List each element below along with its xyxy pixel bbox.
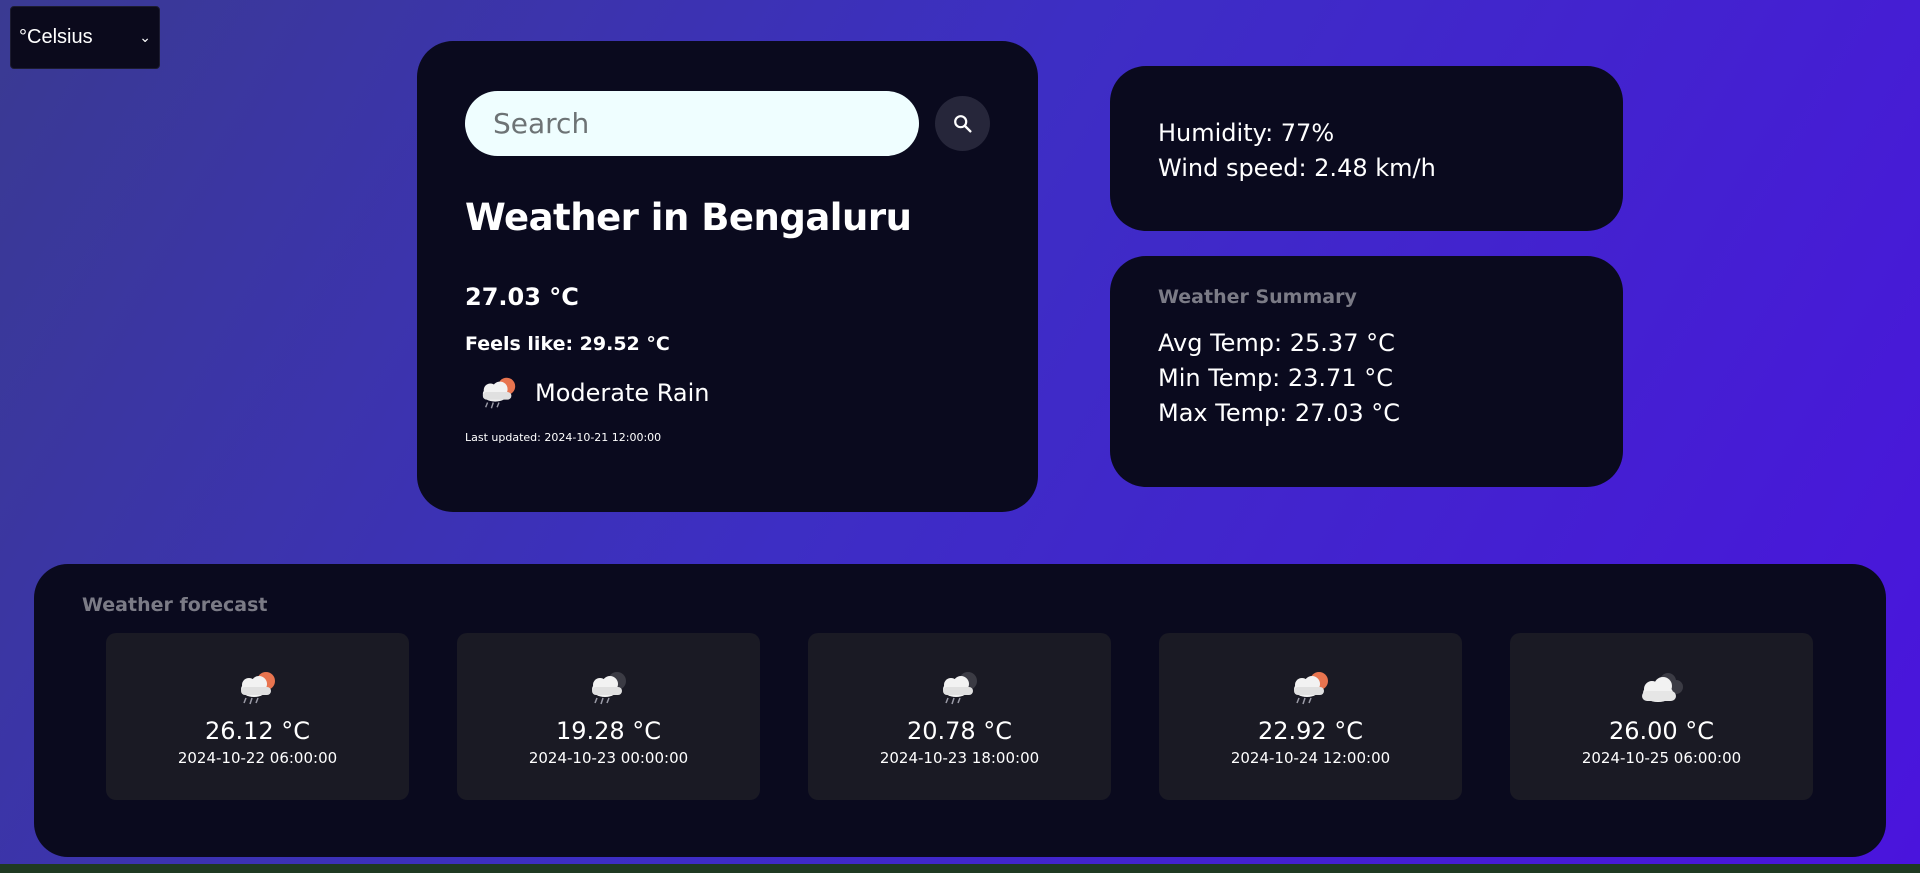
forecast-temp: 26.12 °C (204, 717, 311, 745)
humidity: Humidity: 77% (1158, 119, 1335, 147)
summary-title: Weather Summary (1158, 286, 1357, 308)
weather-description: Moderate Rain (535, 379, 710, 407)
current-weather-card: Weather in Bengaluru 27.03 °C Feels like… (417, 41, 1038, 512)
search-input[interactable] (465, 91, 919, 156)
forecast-temp: 19.28 °C (555, 717, 662, 745)
search-button[interactable] (935, 96, 990, 151)
humidity-wind-card: Humidity: 77% Wind speed: 2.48 km/h (1110, 66, 1623, 231)
current-temp: 27.03 °C (465, 283, 579, 311)
forecast-item: 20.78 °C 2024-10-23 18:00:00 (808, 633, 1111, 800)
forecast-item: 19.28 °C 2024-10-23 00:00:00 (457, 633, 760, 800)
chevron-down-icon: ⌄ (139, 29, 151, 45)
clouds-icon (1636, 667, 1688, 709)
taskbar-strip (0, 864, 1920, 873)
forecast-title: Weather forecast (82, 594, 268, 616)
forecast-date: 2024-10-25 06:00:00 (1581, 749, 1742, 767)
unit-select[interactable]: °Celsius ⌄ (10, 6, 160, 69)
forecast-date: 2024-10-24 12:00:00 (1230, 749, 1391, 767)
forecast-date: 2024-10-23 00:00:00 (528, 749, 689, 767)
min-temp: Min Temp: 23.71 °C (1158, 364, 1393, 392)
max-temp: Max Temp: 27.03 °C (1158, 399, 1401, 427)
forecast-temp: 20.78 °C (906, 717, 1013, 745)
forecast-item: 26.12 °C 2024-10-22 06:00:00 (106, 633, 409, 800)
search-row (465, 91, 990, 156)
rain-cloud-sun-icon (232, 667, 284, 709)
forecast-date: 2024-10-22 06:00:00 (177, 749, 338, 767)
weather-summary-card: Weather Summary Avg Temp: 25.37 °C Min T… (1110, 256, 1623, 487)
last-updated: Last updated: 2024-10-21 12:00:00 (465, 431, 662, 444)
city-title: Weather in Bengaluru (465, 196, 912, 239)
forecast-date: 2024-10-23 18:00:00 (879, 749, 1040, 767)
forecast-item: 22.92 °C 2024-10-24 12:00:00 (1159, 633, 1462, 800)
weather-description-row: Moderate Rain (465, 373, 990, 413)
avg-temp: Avg Temp: 25.37 °C (1158, 329, 1395, 357)
forecast-panel: Weather forecast 26.12 °C 2024-10-22 06:… (34, 564, 1886, 857)
forecast-temp: 26.00 °C (1608, 717, 1715, 745)
unit-select-value: °Celsius (19, 26, 93, 48)
rain-cloud-sun-icon (1285, 667, 1337, 709)
feels-like: Feels like: 29.52 °C (465, 333, 670, 355)
rain-cloud-moon-icon (583, 667, 635, 709)
forecast-item: 26.00 °C 2024-10-25 06:00:00 (1510, 633, 1813, 800)
search-icon (953, 114, 972, 133)
forecast-temp: 22.92 °C (1257, 717, 1364, 745)
rain-cloud-moon-icon (934, 667, 986, 709)
wind-speed: Wind speed: 2.48 km/h (1158, 154, 1436, 182)
rain-cloud-sun-icon (473, 373, 525, 413)
